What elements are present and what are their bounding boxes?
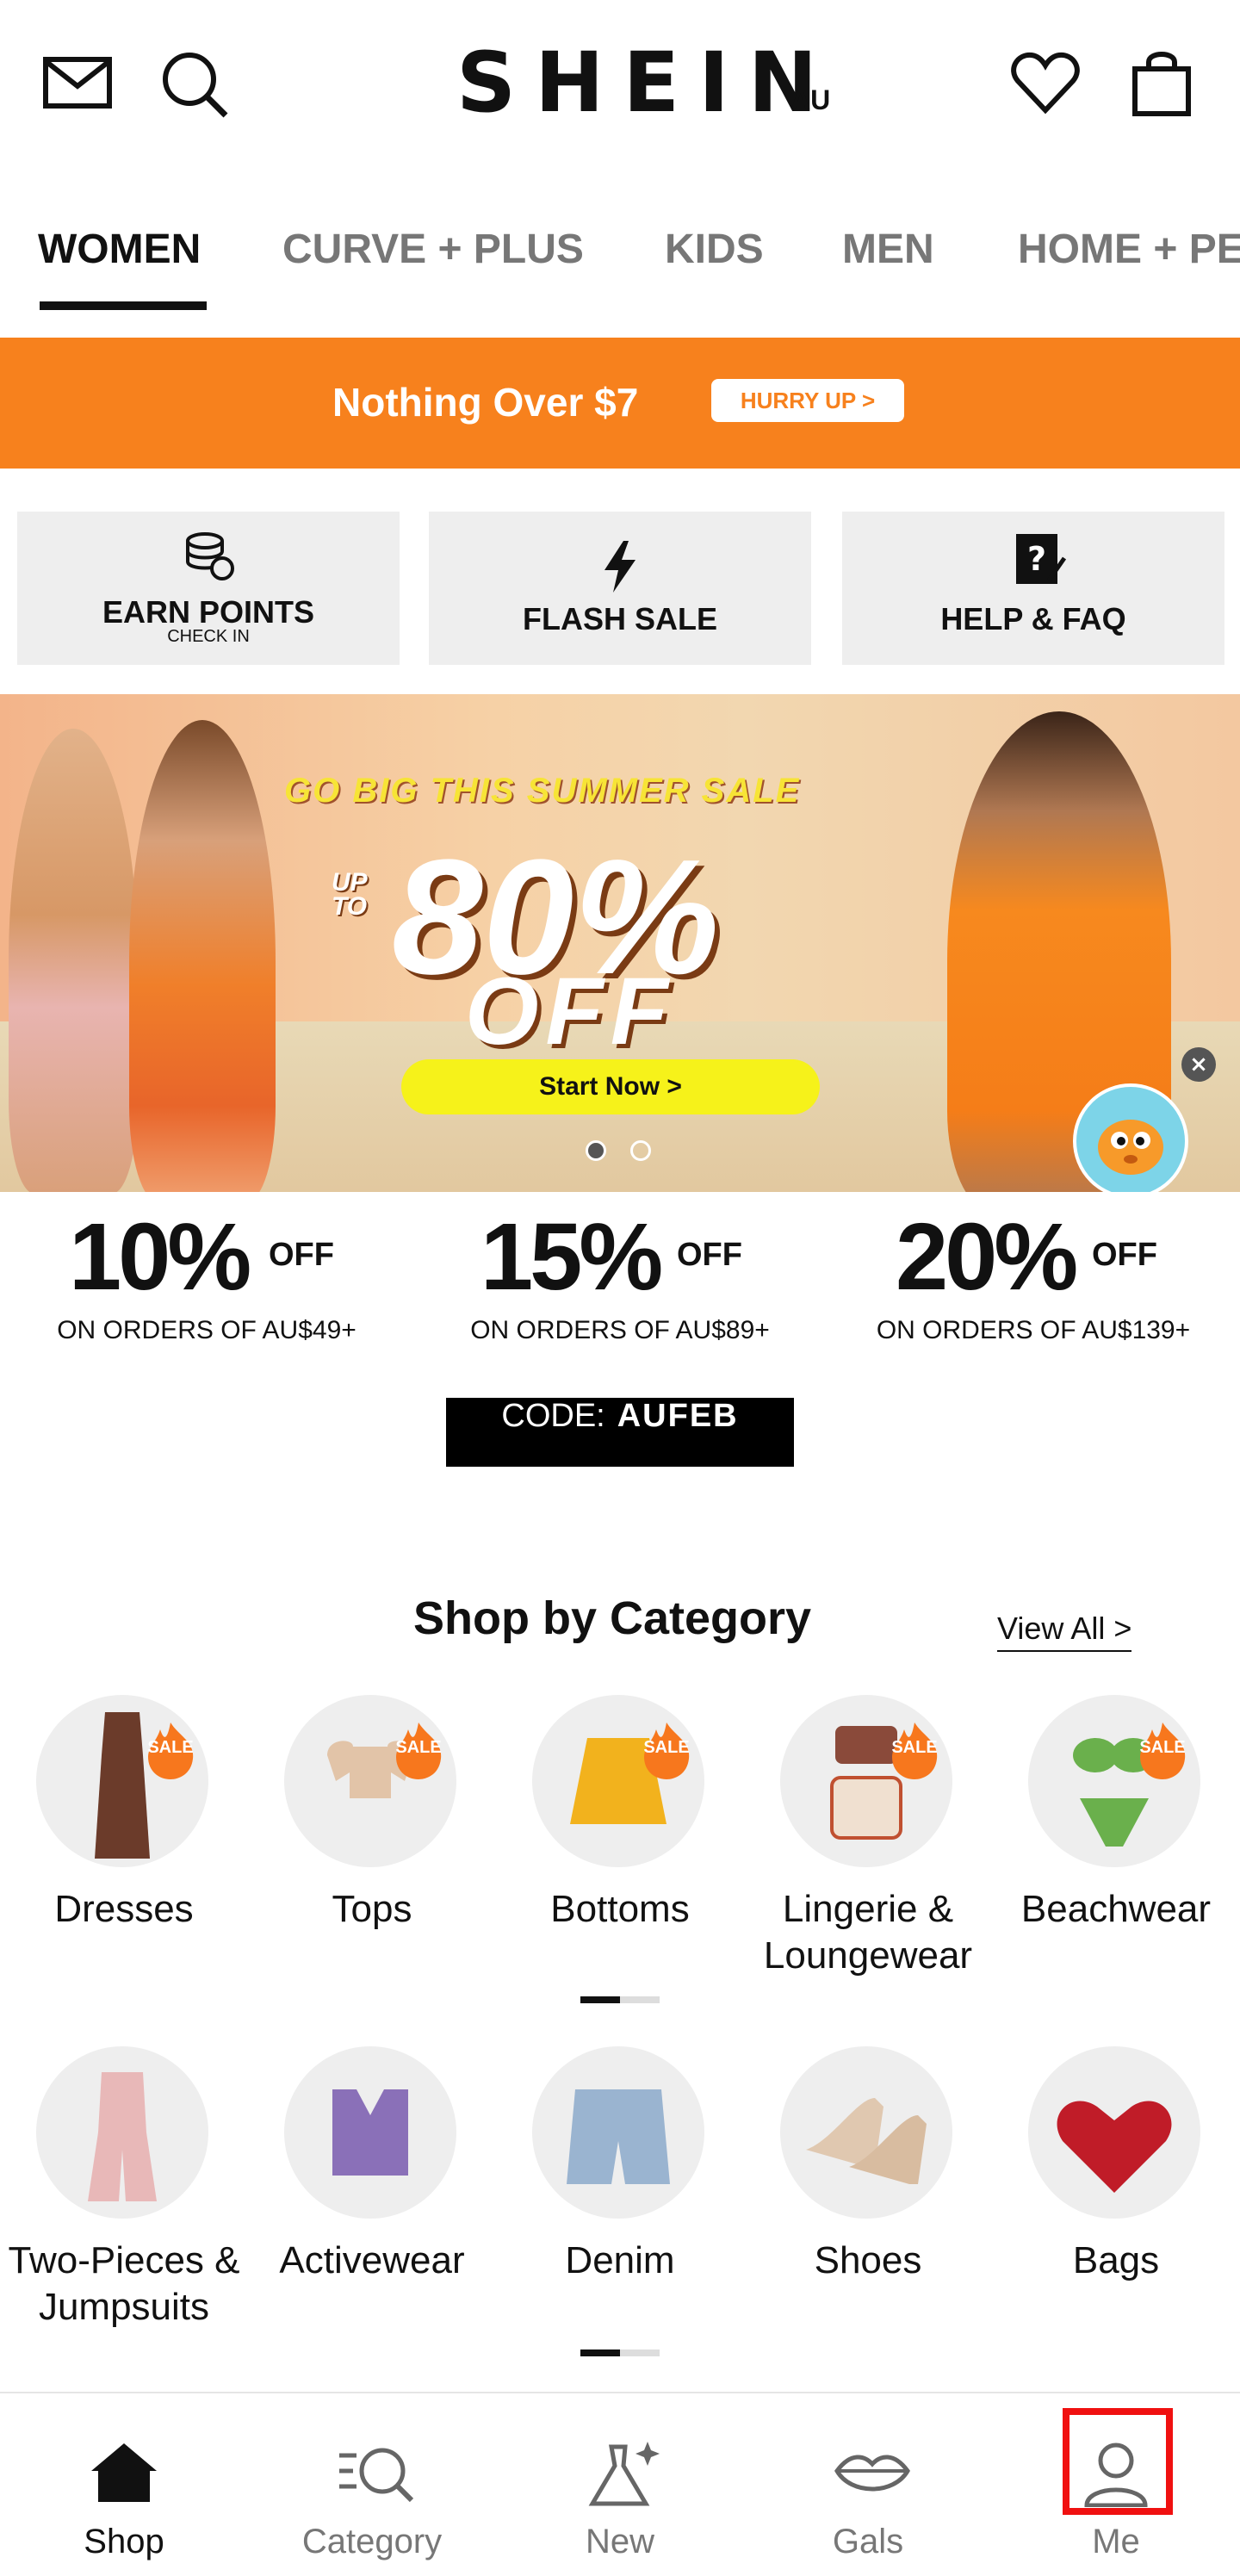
category-label: Tops (332, 1888, 412, 1930)
promo-banner[interactable]: Nothing Over $7 HURRY UP > (0, 338, 1240, 469)
me-highlight-box (1063, 2408, 1173, 2515)
category-label: Dresses (54, 1888, 194, 1930)
hurry-up-button[interactable]: HURRY UP > (711, 379, 904, 422)
flash-sale-label: FLASH SALE (522, 601, 717, 636)
category-label: Bags (1072, 2239, 1160, 2281)
discount-condition: ON ORDERS OF AU$139+ (876, 1316, 1191, 1344)
nav-label: New (585, 2523, 655, 2560)
nav-label: Shop (84, 2523, 164, 2560)
sale-flame-icon: SALE (1137, 1721, 1188, 1779)
category-search-icon (339, 2448, 414, 2503)
chatbot-fish-icon[interactable] (1073, 1083, 1188, 1192)
tab-men[interactable]: MEN (842, 226, 934, 273)
heart-icon[interactable] (1011, 52, 1080, 118)
mail-icon[interactable] (43, 57, 112, 113)
category-label: Bottoms (550, 1888, 690, 1930)
category-label: Activewear (279, 2239, 465, 2281)
discount-off: OFF (1092, 1237, 1157, 1273)
sale-flame-icon: SALE (641, 1721, 692, 1779)
discount-condition: ON ORDERS OF AU$49+ (57, 1316, 356, 1344)
discount-pct: 20% (896, 1204, 1078, 1310)
nav-shop[interactable]: Shop (0, 2393, 248, 2576)
tab-women[interactable]: WOMEN (38, 226, 201, 273)
lightning-icon (601, 541, 639, 597)
region-label: AU (790, 84, 831, 115)
hero-banner[interactable]: GO BIG THIS SUMMER SALE UP TO 80% OFF Sta… (0, 694, 1240, 1192)
help-faq-button[interactable]: ? HELP & FAQ (842, 512, 1224, 665)
active-tab-indicator (40, 301, 207, 310)
view-all-link[interactable]: View All > (997, 1611, 1132, 1652)
sale-flame-icon: SALE (145, 1721, 196, 1779)
earn-points-label: EARN POINTS (102, 594, 315, 630)
promo-text: Nothing Over $7 (332, 380, 639, 425)
lips-icon (834, 2455, 910, 2492)
category-label: Denim (565, 2239, 675, 2281)
nav-label: Gals (832, 2523, 904, 2560)
category-image (36, 2046, 208, 2219)
category-label: Shoes (814, 2239, 922, 2281)
hero-upto: UP TO (332, 868, 368, 921)
promo-code[interactable]: CODE: AUFEB (446, 1398, 794, 1467)
code-value: AUFEB (617, 1398, 739, 1434)
hero-off: OFF (465, 959, 675, 1065)
flash-sale-button[interactable]: FLASH SALE (429, 512, 811, 665)
shein-logo[interactable]: SHEIN (456, 34, 836, 131)
hero-kicker: GO BIG THIS SUMMER SALE (284, 772, 801, 810)
category-label: Lingerie & Loungewear (763, 1888, 973, 1977)
category-image (1028, 2046, 1200, 2219)
bag-icon[interactable] (1132, 48, 1192, 121)
model-figure-left-2 (129, 720, 276, 1192)
nav-label: Me (1092, 2523, 1140, 2560)
nav-category[interactable]: Category (248, 2393, 496, 2576)
category-label: Beachwear (1020, 1888, 1212, 1930)
discount-tier-3[interactable]: 20% OFF ON ORDERS OF AU$139+ (827, 1202, 1240, 1375)
model-figure-left-1 (9, 729, 138, 1192)
search-icon[interactable] (160, 50, 229, 123)
start-now-button[interactable]: Start Now > (401, 1059, 820, 1114)
discount-pct: 15% (480, 1204, 663, 1310)
check-in-label: CHECK IN (167, 627, 250, 646)
top-header: SHEIN AU (0, 0, 1240, 164)
help-icon: ? (1014, 532, 1067, 590)
category-image (780, 2046, 952, 2219)
carousel-dot[interactable] (630, 1140, 651, 1161)
bottom-nav: Shop Category New Gals Me (0, 2392, 1240, 2574)
tab-home[interactable]: HOME + PE (1018, 226, 1240, 273)
earn-points-button[interactable]: EARN POINTS CHECK IN (17, 512, 400, 665)
close-icon[interactable]: × (1181, 1047, 1216, 1082)
category-scroll-indicator (580, 2349, 660, 2356)
category-scroll-indicator (580, 1996, 660, 2003)
sale-flame-icon: SALE (889, 1721, 940, 1779)
help-faq-label: HELP & FAQ (940, 601, 1126, 636)
carousel-dot-active[interactable] (586, 1140, 606, 1161)
section-title: Shop by Category (413, 1592, 812, 1644)
home-icon (91, 2443, 157, 2502)
nav-gals[interactable]: Gals (744, 2393, 992, 2576)
discount-tier-1[interactable]: 10% OFF ON ORDERS OF AU$49+ (0, 1202, 413, 1375)
department-tabs: WOMEN CURVE + PLUS KIDS MEN HOME + PE (0, 215, 1240, 310)
tab-kids[interactable]: KIDS (665, 226, 764, 273)
nav-label: Category (301, 2523, 443, 2560)
code-label: CODE: (501, 1398, 605, 1434)
discount-off: OFF (677, 1237, 742, 1273)
tab-curve-plus[interactable]: CURVE + PLUS (282, 226, 584, 273)
category-label: Two-Pieces & Jumpsuits (8, 2239, 240, 2328)
coins-icon (181, 531, 236, 587)
nav-new[interactable]: New (496, 2393, 744, 2576)
dress-sparkle-icon (588, 2442, 660, 2506)
category-image (532, 2046, 704, 2219)
discount-off: OFF (269, 1237, 334, 1273)
discount-tier-2[interactable]: 15% OFF ON ORDERS OF AU$89+ (413, 1202, 827, 1375)
discount-pct: 10% (69, 1204, 251, 1310)
discount-condition: ON ORDERS OF AU$89+ (470, 1316, 770, 1344)
sale-flame-icon: SALE (393, 1721, 444, 1779)
category-image (284, 2046, 456, 2219)
svg-text:?: ? (1027, 540, 1046, 578)
